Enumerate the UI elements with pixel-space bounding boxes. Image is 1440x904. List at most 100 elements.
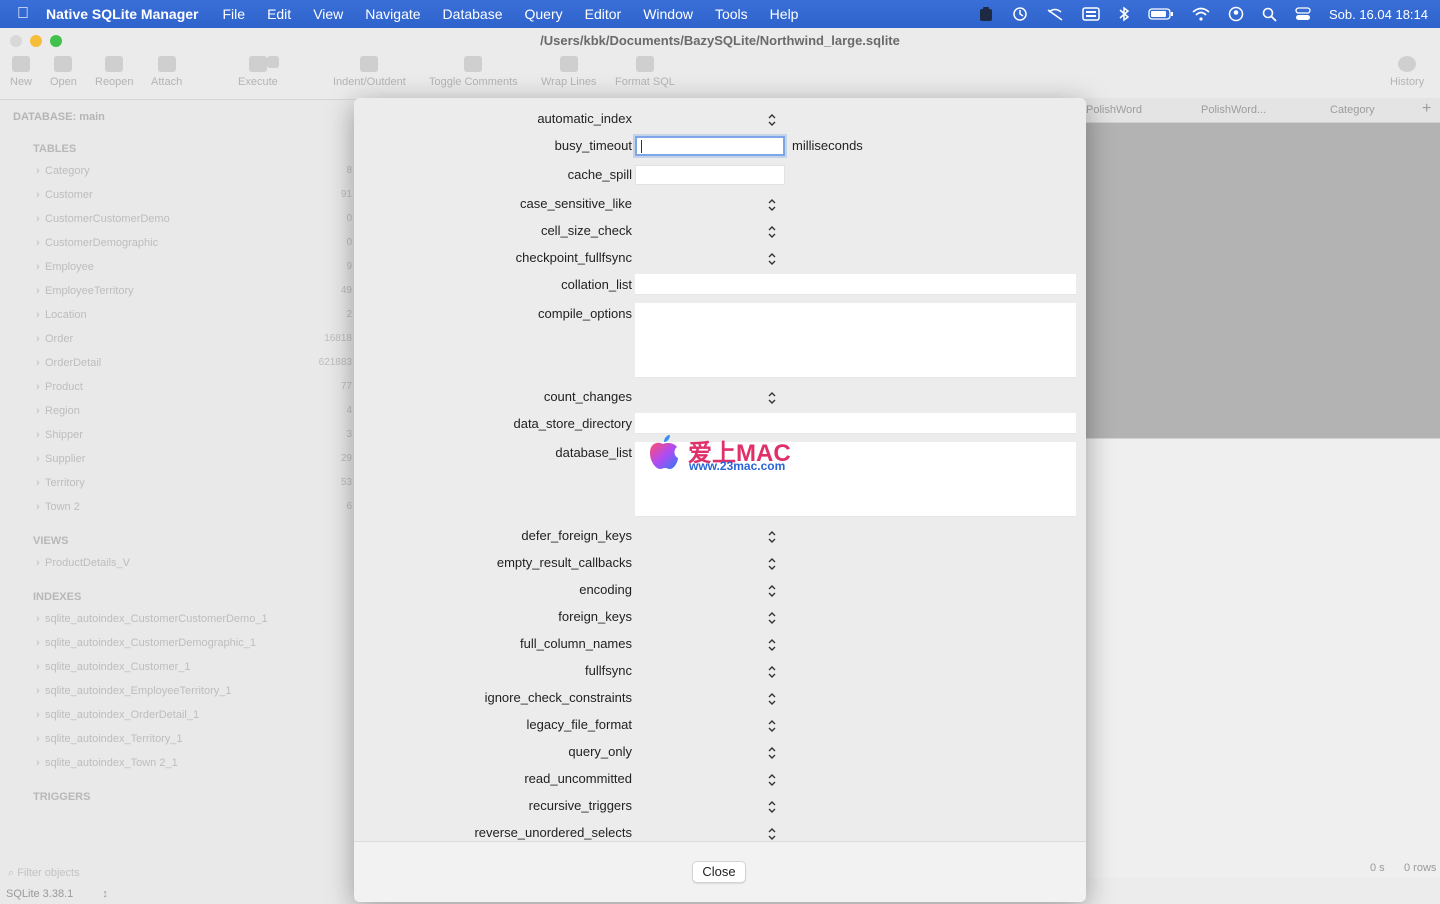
sidebar-item-table[interactable]: › Order 16818 bbox=[36, 333, 352, 345]
tab-category[interactable]: Category bbox=[1330, 104, 1375, 116]
chevron-updown-icon[interactable] bbox=[766, 826, 778, 842]
filter-input[interactable]: ⌕ Filter objects bbox=[8, 867, 80, 880]
sidebar-item-table[interactable]: › Employee 9 bbox=[36, 261, 352, 273]
row-count-badge: 621883 bbox=[318, 357, 352, 368]
open-button[interactable]: Open bbox=[50, 56, 77, 88]
history-button[interactable]: History bbox=[1390, 56, 1424, 88]
wifi-icon[interactable] bbox=[1192, 7, 1210, 21]
sidebar-item-table[interactable]: › Territory 53 bbox=[36, 477, 352, 489]
control-center-icon[interactable] bbox=[1295, 7, 1311, 21]
chevron-updown-icon[interactable] bbox=[766, 664, 778, 680]
play-icon bbox=[248, 56, 267, 72]
sidebar-item-index[interactable]: › sqlite_autoindex_CustomerCustomerDemo_1 bbox=[36, 613, 352, 625]
sidebar-item-table[interactable]: › EmployeeTerritory 49 bbox=[36, 285, 352, 297]
chevron-updown-icon[interactable] bbox=[766, 197, 778, 213]
sidebar-item-table[interactable]: › OrderDetail 621883 bbox=[36, 357, 352, 369]
sidebar-item-table[interactable]: › Town 26 bbox=[36, 501, 352, 513]
clipboard-icon[interactable] bbox=[978, 6, 994, 22]
chevron-right-icon: › bbox=[36, 333, 40, 345]
bluetooth-icon[interactable] bbox=[1118, 6, 1130, 22]
format-sql-button[interactable]: Format SQL bbox=[615, 56, 675, 88]
chevron-updown-icon[interactable] bbox=[766, 390, 778, 406]
chevron-updown-icon[interactable] bbox=[766, 772, 778, 788]
add-tab-icon[interactable]: + bbox=[1422, 100, 1431, 118]
indent-outdent-button[interactable]: Indent/Outdent bbox=[333, 56, 406, 88]
clock[interactable]: Sob. 16.04 18:14 bbox=[1329, 7, 1428, 22]
chevron-updown-icon[interactable] bbox=[766, 251, 778, 267]
sidebar-item-table[interactable]: › Location 2 bbox=[36, 309, 352, 321]
time-machine-icon[interactable] bbox=[1012, 6, 1028, 22]
apple-menu-icon[interactable]:  bbox=[0, 5, 46, 23]
chevron-updown-icon[interactable] bbox=[766, 637, 778, 653]
stop-button[interactable] bbox=[267, 56, 279, 72]
menu-view[interactable]: View bbox=[313, 6, 343, 22]
mute-icon[interactable] bbox=[1046, 6, 1064, 22]
chevron-updown-icon[interactable] bbox=[766, 556, 778, 572]
menu-window[interactable]: Window bbox=[643, 6, 693, 22]
sidebar-item-view[interactable]: › ProductDetails_V bbox=[36, 557, 352, 569]
wrap-lines-button[interactable]: Wrap Lines bbox=[541, 56, 596, 88]
tab-polishword[interactable]: PolishWord bbox=[1086, 104, 1142, 116]
sidebar-item-table[interactable]: › Category 8 bbox=[36, 165, 352, 177]
chevron-updown-icon[interactable] bbox=[766, 112, 778, 128]
sidebar-item-table[interactable]: › Region 4 bbox=[36, 405, 352, 417]
compile-options-textarea[interactable] bbox=[635, 303, 1076, 378]
menu-query[interactable]: Query bbox=[524, 6, 562, 22]
sidebar-item-table[interactable]: › Supplier 29 bbox=[36, 453, 352, 465]
pragma-row-case-sensitive-like: case_sensitive_like bbox=[354, 193, 1086, 215]
data-store-directory-field[interactable] bbox=[635, 413, 1076, 434]
reopen-button[interactable]: Reopen bbox=[95, 56, 134, 88]
sidebar-item-index[interactable]: › sqlite_autoindex_Territory_1 bbox=[36, 733, 352, 745]
menu-navigate[interactable]: Navigate bbox=[365, 6, 420, 22]
new-button[interactable]: New bbox=[10, 56, 32, 88]
busy-timeout-input[interactable] bbox=[635, 136, 785, 156]
row-count: 0 rows bbox=[1404, 862, 1437, 874]
collation-list-field[interactable] bbox=[635, 274, 1076, 295]
sidebar-item-index[interactable]: › sqlite_autoindex_Town 2_1 bbox=[36, 757, 352, 769]
sidebar-item-table[interactable]: › Shipper 3 bbox=[36, 429, 352, 441]
menu-edit[interactable]: Edit bbox=[267, 6, 291, 22]
chevron-updown-icon[interactable] bbox=[766, 799, 778, 815]
pragma-row-recursive-triggers: recursive_triggers bbox=[354, 795, 1086, 817]
menu-help[interactable]: Help bbox=[770, 6, 799, 22]
battery-icon[interactable] bbox=[1148, 7, 1174, 21]
close-button[interactable]: Close bbox=[692, 861, 746, 883]
row-count-badge: 29 bbox=[340, 453, 352, 464]
chevron-updown-icon[interactable] bbox=[766, 583, 778, 599]
menu-editor[interactable]: Editor bbox=[585, 6, 622, 22]
sidebar-item-table[interactable]: › Product 77 bbox=[36, 381, 352, 393]
search-icon[interactable] bbox=[1262, 7, 1277, 22]
chevron-updown-icon[interactable] bbox=[766, 529, 778, 545]
keyboard-icon[interactable] bbox=[1082, 7, 1100, 21]
attach-button[interactable]: Attach bbox=[151, 56, 182, 88]
sidebar-item-table[interactable]: › CustomerDemographic 0 bbox=[36, 237, 352, 249]
sidebar-item-index[interactable]: › sqlite_autoindex_EmployeeTerritory_1 bbox=[36, 685, 352, 697]
cache-spill-input[interactable] bbox=[635, 165, 785, 185]
chevron-updown-icon[interactable] bbox=[766, 610, 778, 626]
chevron-updown-icon[interactable] bbox=[766, 691, 778, 707]
pragma-row-data-store-directory: data_store_directory bbox=[354, 413, 1086, 435]
window-title: /Users/kbk/Documents/BazySQLite/Northwin… bbox=[540, 33, 900, 48]
pragma-row-checkpoint-fullfsync: checkpoint_fullfsync bbox=[354, 247, 1086, 269]
sqlite-version[interactable]: SQLite 3.38.1 ↕ bbox=[6, 888, 108, 900]
pragma-label: collation_list bbox=[561, 277, 632, 292]
chevron-updown-icon[interactable] bbox=[766, 745, 778, 761]
sidebar-item-index[interactable]: › sqlite_autoindex_CustomerDemographic_1 bbox=[36, 637, 352, 649]
sidebar-item-table[interactable]: › CustomerCustomerDemo 0 bbox=[36, 213, 352, 225]
chevron-updown-icon[interactable] bbox=[766, 224, 778, 240]
chevron-updown-icon[interactable] bbox=[766, 718, 778, 734]
row-count-badge: 9 bbox=[346, 261, 352, 272]
tab-polishword-2[interactable]: PolishWord... bbox=[1201, 104, 1266, 116]
menu-database[interactable]: Database bbox=[443, 6, 503, 22]
sidebar-item-index[interactable]: › sqlite_autoindex_Customer_1 bbox=[36, 661, 352, 673]
sidebar-item-table[interactable]: › Customer 91 bbox=[36, 189, 352, 201]
toggle-comments-button[interactable]: Toggle Comments bbox=[429, 56, 518, 88]
chevron-right-icon: › bbox=[36, 237, 40, 249]
app-menu[interactable]: Native SQLite Manager bbox=[46, 6, 199, 22]
pragma-row-foreign-keys: foreign_keys bbox=[354, 606, 1086, 628]
user-icon[interactable] bbox=[1228, 6, 1244, 22]
pragma-label: case_sensitive_like bbox=[519, 196, 632, 211]
sidebar-item-index[interactable]: › sqlite_autoindex_OrderDetail_1 bbox=[36, 709, 352, 721]
menu-tools[interactable]: Tools bbox=[715, 6, 748, 22]
menu-file[interactable]: File bbox=[223, 6, 246, 22]
